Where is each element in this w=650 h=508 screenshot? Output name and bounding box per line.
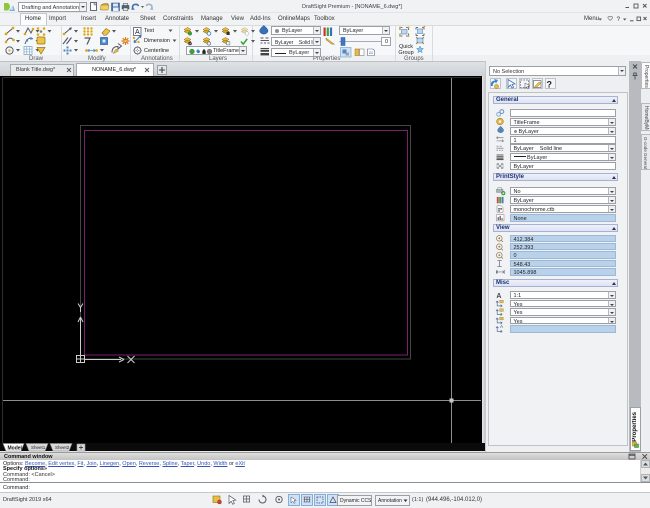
svg-text:Model: Model bbox=[8, 445, 23, 451]
svg-text:A: A bbox=[496, 293, 501, 300]
svg-text:Sheet1: Sheet1 bbox=[31, 445, 46, 450]
svg-text:?: ? bbox=[617, 16, 621, 23]
svg-text:Sheet2: Sheet2 bbox=[55, 445, 70, 450]
svg-text:?: ? bbox=[547, 80, 553, 90]
svg-text:A: A bbox=[500, 324, 503, 329]
svg-text:A: A bbox=[135, 29, 140, 36]
